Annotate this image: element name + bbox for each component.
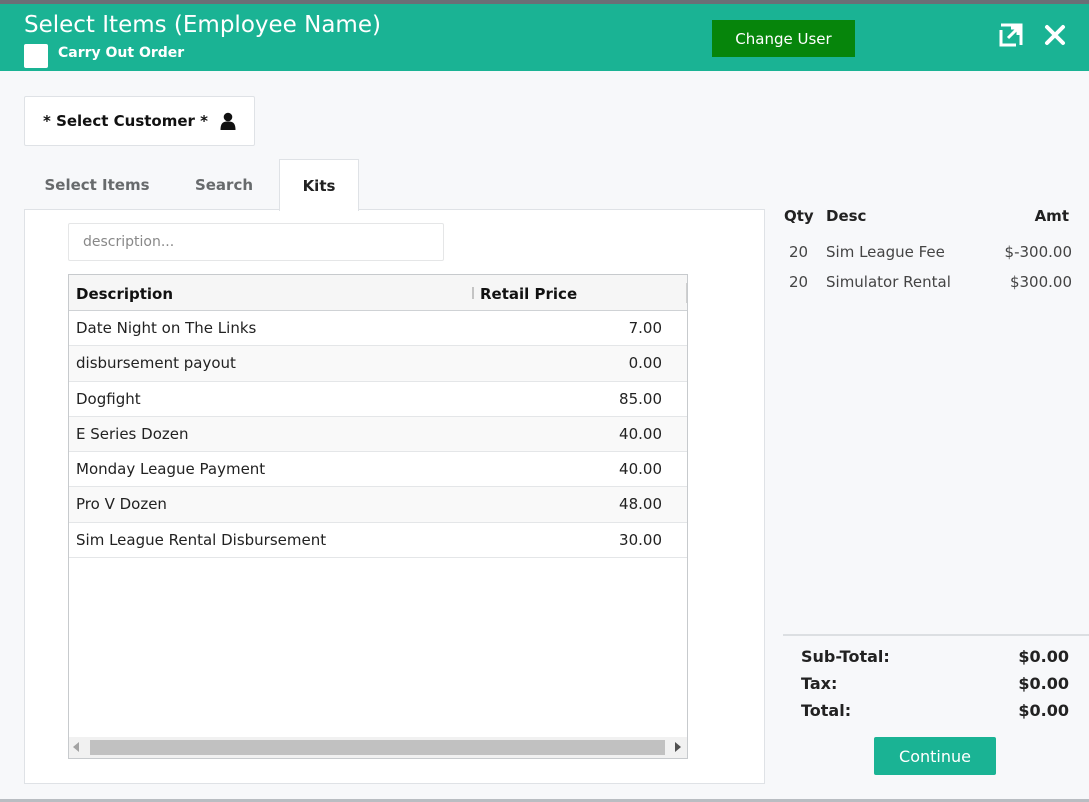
order-line-amt: $300.00 [1009, 273, 1072, 291]
change-user-button[interactable]: Change User [712, 20, 855, 57]
carry-out-label: Carry Out Order [58, 45, 185, 61]
cell-retail-price: 85.00 [619, 389, 662, 408]
cell-retail-price: 7.00 [628, 319, 662, 337]
table-row[interactable]: Dogfight 85.00 [69, 382, 687, 417]
cell-retail-price: 0.00 [628, 354, 662, 373]
column-divider [686, 283, 687, 303]
cell-description: Dogfight [76, 389, 141, 408]
order-line[interactable]: 20 Sim League Fee $-300.00 [783, 243, 1089, 273]
carry-out-checkbox[interactable] [24, 44, 48, 68]
table-row[interactable]: Sim League Rental Disbursement 30.00 [69, 523, 687, 559]
order-line-qty: 20 [789, 243, 809, 261]
order-line-desc: Sim League Fee [826, 243, 945, 261]
close-icon[interactable] [1042, 22, 1068, 48]
table-row[interactable]: Pro V Dozen 48.00 [69, 487, 687, 523]
cell-description: Date Night on The Links [76, 319, 257, 337]
select-customer-label: * Select Customer * [43, 112, 208, 130]
expand-icon[interactable] [998, 22, 1024, 48]
dialog-header: Select Items (Employee Name) Carry Out O… [0, 4, 1089, 71]
subtotal-value: $0.00 [1018, 647, 1069, 666]
scroll-right-arrow-icon[interactable] [675, 742, 681, 752]
tab-select-items[interactable]: Select Items [26, 160, 168, 210]
table-row[interactable]: Date Night on The Links 7.00 [69, 311, 687, 347]
table-row[interactable]: E Series Dozen 40.00 [69, 416, 687, 453]
column-resize-handle[interactable] [472, 287, 474, 299]
order-line-amt: $-300.00 [1004, 243, 1072, 261]
scroll-left-arrow-icon[interactable] [73, 742, 79, 752]
order-line-qty: 20 [789, 273, 809, 291]
column-header-retail-price[interactable]: Retail Price [480, 285, 577, 303]
continue-button[interactable]: Continue [874, 737, 996, 775]
cell-retail-price: 48.00 [619, 495, 662, 514]
cell-retail-price: 40.00 [619, 424, 662, 443]
table-row[interactable]: disbursement payout 0.00 [69, 346, 687, 382]
order-line-desc: Simulator Rental [826, 273, 951, 291]
horizontal-scrollbar[interactable] [69, 737, 687, 758]
order-header-qty: Qty [784, 207, 814, 225]
tax-value: $0.00 [1018, 674, 1069, 693]
grid-body: Date Night on The Links 7.00 disbursemen… [69, 311, 687, 559]
subtotal-label: Sub-Total: [801, 647, 890, 666]
cell-description: Monday League Payment [76, 460, 266, 479]
total-value: $0.00 [1018, 701, 1069, 720]
cell-retail-price: 30.00 [619, 530, 662, 549]
cell-description: disbursement payout [76, 354, 236, 373]
dialog-title: Select Items (Employee Name) [24, 12, 381, 38]
scrollbar-thumb[interactable] [90, 740, 665, 755]
user-icon [220, 112, 236, 130]
cell-description: E Series Dozen [76, 424, 189, 443]
tab-kits[interactable]: Kits [279, 159, 359, 211]
kits-grid: Description Retail Price Date Night on T… [68, 274, 688, 759]
table-row[interactable]: Monday League Payment 40.00 [69, 452, 687, 488]
cell-description: Sim League Rental Disbursement [76, 530, 327, 549]
order-header-amt: Amt [1034, 207, 1069, 225]
dialog-body: * Select Customer * Select Items Search … [0, 71, 1089, 800]
tax-label: Tax: [801, 674, 838, 693]
tab-search[interactable]: Search [176, 160, 272, 210]
cell-retail-price: 40.00 [619, 460, 662, 479]
order-line[interactable]: 20 Simulator Rental $300.00 [783, 273, 1089, 303]
total-label: Total: [801, 701, 852, 720]
column-header-description[interactable]: Description [76, 285, 173, 303]
kits-panel: Description Retail Price Date Night on T… [24, 209, 765, 784]
select-customer-button[interactable]: * Select Customer * [24, 96, 255, 146]
order-header-desc: Desc [826, 207, 867, 225]
totals-divider [783, 634, 1089, 636]
cell-description: Pro V Dozen [76, 495, 167, 514]
grid-header: Description Retail Price [69, 275, 687, 311]
description-search-input[interactable] [68, 223, 444, 261]
order-lines: 20 Sim League Fee $-300.00 20 Simulator … [783, 243, 1089, 303]
